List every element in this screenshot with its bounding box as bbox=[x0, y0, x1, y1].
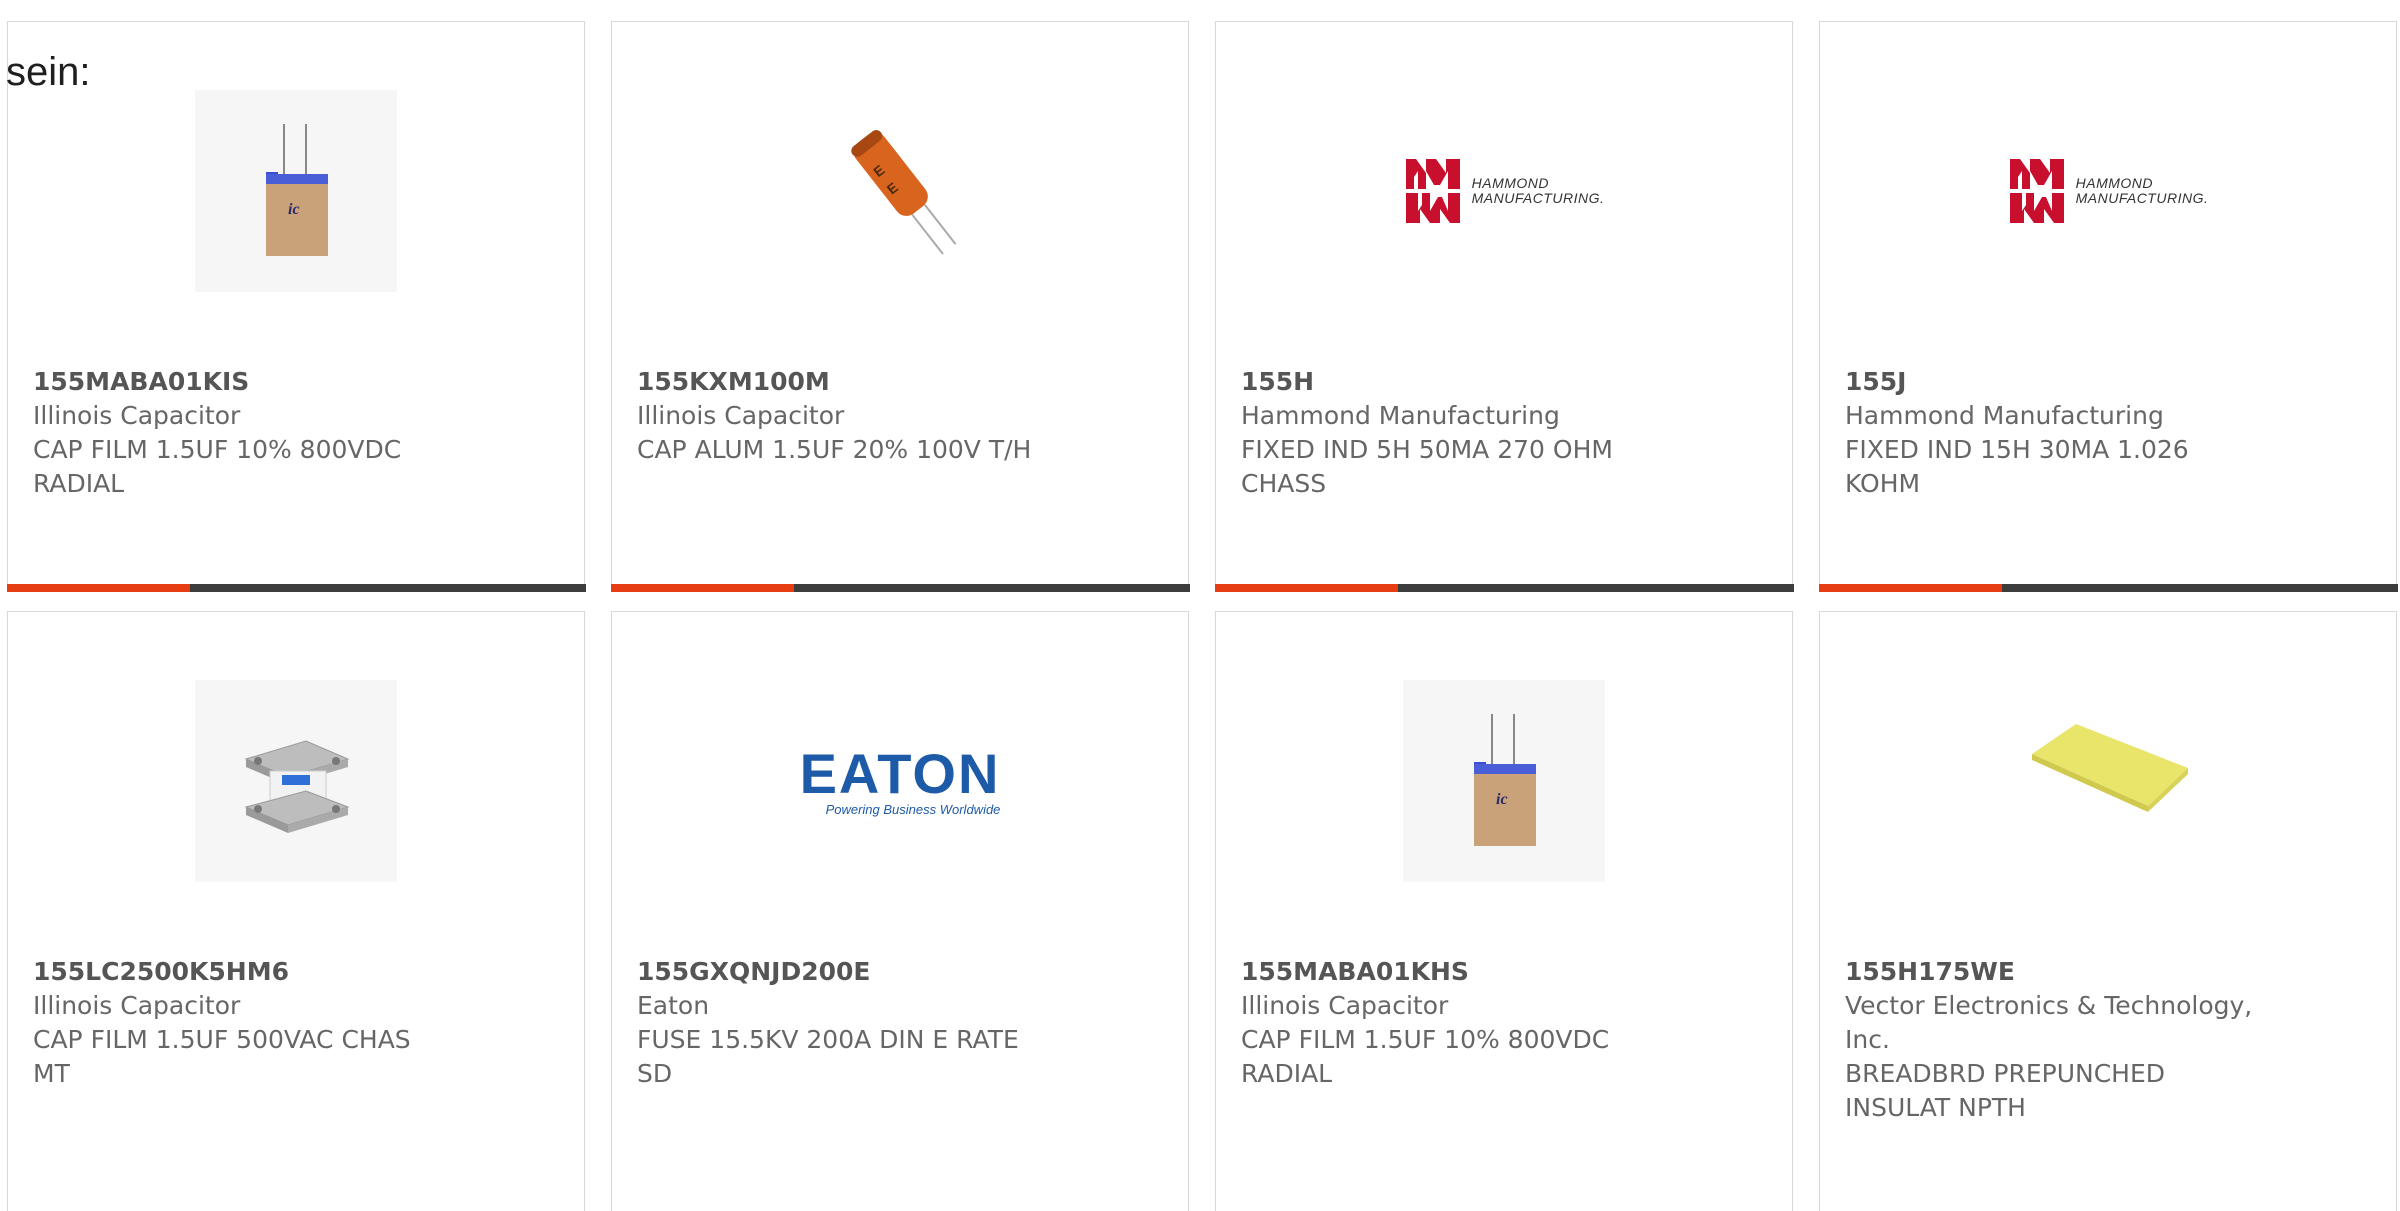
description-line: KOHM bbox=[1845, 469, 1921, 498]
description-line: INSULAT NPTH bbox=[1845, 1093, 2026, 1122]
product-info: 155H Hammond Manufacturing FIXED IND 5H … bbox=[1241, 365, 1681, 501]
product-image[interactable]: HAMMOND MANUFACTURING. bbox=[2007, 90, 2209, 292]
product-image[interactable]: E E bbox=[799, 90, 1001, 292]
description-line: FUSE 15.5KV 200A DIN E RATE bbox=[637, 1025, 1019, 1054]
product-image[interactable] bbox=[2007, 680, 2209, 882]
description-line: BREADBRD PREPUNCHED bbox=[1845, 1059, 2166, 1088]
manufacturer-label: Vector Electronics & Technology, bbox=[1845, 991, 2253, 1020]
manufacturer-label: Hammond Manufacturing bbox=[1241, 401, 1560, 430]
card-footer-bar bbox=[1818, 583, 2398, 592]
part-number-link[interactable]: 155J bbox=[1845, 365, 2285, 399]
hammond-mark-icon bbox=[2009, 159, 2064, 223]
film-capacitor-icon: ic bbox=[1474, 714, 1536, 846]
product-card[interactable]: ic 155MABA01KIS Illinois Capacitor CAP F… bbox=[6, 21, 586, 592]
card-footer-bar bbox=[6, 583, 586, 592]
description-line: RADIAL bbox=[1241, 1059, 1333, 1088]
electrolytic-capacitor-icon: E E bbox=[851, 130, 957, 255]
description-line: SD bbox=[637, 1059, 673, 1088]
manufacturer-label: Illinois Capacitor bbox=[637, 401, 845, 430]
logo-text: HAMMOND bbox=[1471, 175, 1550, 191]
description-line: FIXED IND 15H 30MA 1.026 bbox=[1845, 435, 2189, 464]
description-line: CAP ALUM 1.5UF 20% 100V T/H bbox=[637, 435, 1032, 464]
product-card[interactable]: EATON Powering Business Worldwide 155GXQ… bbox=[611, 611, 1189, 1211]
product-info: 155LC2500K5HM6 Illinois Capacitor CAP FI… bbox=[33, 955, 473, 1091]
manufacturer-label: Inc. bbox=[1845, 1025, 1890, 1054]
description-line: FIXED IND 5H 50MA 270 OHM bbox=[1241, 435, 1613, 464]
product-image[interactable]: ic bbox=[195, 90, 397, 292]
part-number-link[interactable]: 155H bbox=[1241, 365, 1681, 399]
manufacturer-label: Illinois Capacitor bbox=[33, 991, 241, 1020]
logo-text: HAMMOND bbox=[2075, 175, 2154, 191]
logo-text: EATON bbox=[799, 741, 1001, 805]
svg-text:ic: ic bbox=[288, 201, 300, 218]
product-card[interactable]: 155LC2500K5HM6 Illinois Capacitor CAP FI… bbox=[7, 611, 585, 1211]
manufacturer-label: Illinois Capacitor bbox=[33, 401, 241, 430]
hammond-logo: HAMMOND MANUFACTURING. bbox=[2008, 155, 2209, 227]
product-image[interactable]: EATON Powering Business Worldwide bbox=[799, 680, 1001, 882]
manufacturer-label: Illinois Capacitor bbox=[1241, 991, 1449, 1020]
description-line: CAP FILM 1.5UF 10% 800VDC bbox=[1241, 1025, 1610, 1054]
part-number-link[interactable]: 155MABA01KIS bbox=[33, 365, 473, 399]
overlay-text: sein: bbox=[6, 50, 91, 94]
part-number-link[interactable]: 155MABA01KHS bbox=[1241, 955, 1681, 989]
product-info: 155H175WE Vector Electronics & Technolog… bbox=[1845, 955, 2285, 1125]
logo-text: MANUFACTURING. bbox=[1471, 190, 1605, 206]
product-card[interactable]: HAMMOND MANUFACTURING. 155J Hammond Manu… bbox=[1818, 21, 2398, 592]
product-info: 155KXM100M Illinois Capacitor CAP ALUM 1… bbox=[637, 365, 1077, 467]
film-capacitor-icon: ic bbox=[266, 124, 328, 256]
card-footer-bar bbox=[610, 583, 1190, 592]
product-image[interactable]: ic bbox=[1403, 680, 1605, 882]
product-card[interactable]: ic 155MABA01KHS Illinois Capacitor CAP F… bbox=[1215, 611, 1793, 1211]
logo-tagline: Powering Business Worldwide bbox=[825, 801, 1001, 817]
product-card[interactable]: 155H175WE Vector Electronics & Technolog… bbox=[1819, 611, 2397, 1211]
hammond-mark-icon bbox=[1405, 159, 1460, 223]
manufacturer-label: Eaton bbox=[637, 991, 710, 1020]
description-line: MT bbox=[33, 1059, 70, 1088]
logo-text: MANUFACTURING. bbox=[2075, 190, 2209, 206]
card-footer-bar bbox=[1214, 583, 1794, 592]
description-line: RADIAL bbox=[33, 469, 125, 498]
product-info: 155J Hammond Manufacturing FIXED IND 15H… bbox=[1845, 365, 2285, 501]
description-line: CAP FILM 1.5UF 500VAC CHAS bbox=[33, 1025, 411, 1054]
accent-segment bbox=[6, 583, 190, 592]
product-info: 155GXQNJD200E Eaton FUSE 15.5KV 200A DIN… bbox=[637, 955, 1077, 1091]
accent-segment bbox=[610, 583, 794, 592]
chassis-capacitor-icon bbox=[244, 740, 350, 833]
breadboard-icon bbox=[2032, 724, 2188, 812]
accent-segment bbox=[1818, 583, 2002, 592]
description-line: CHASS bbox=[1241, 469, 1327, 498]
part-number-link[interactable]: 155LC2500K5HM6 bbox=[33, 955, 473, 989]
product-grid: ic 155MABA01KIS Illinois Capacitor CAP F… bbox=[0, 0, 2400, 1211]
product-card[interactable]: HAMMOND MANUFACTURING. 155H Hammond Manu… bbox=[1214, 21, 1794, 592]
accent-segment bbox=[1214, 583, 1398, 592]
product-info: 155MABA01KHS Illinois Capacitor CAP FILM… bbox=[1241, 955, 1681, 1091]
part-number-link[interactable]: 155H175WE bbox=[1845, 955, 2285, 989]
manufacturer-label: Hammond Manufacturing bbox=[1845, 401, 2164, 430]
product-image[interactable]: HAMMOND MANUFACTURING. bbox=[1403, 90, 1605, 292]
part-number-link[interactable]: 155KXM100M bbox=[637, 365, 1077, 399]
svg-text:ic: ic bbox=[1496, 791, 1508, 808]
part-number-link[interactable]: 155GXQNJD200E bbox=[637, 955, 1077, 989]
product-image[interactable] bbox=[195, 680, 397, 882]
product-card[interactable]: E E 155KXM100M Illinois Capacitor CAP AL… bbox=[610, 21, 1190, 592]
description-line: CAP FILM 1.5UF 10% 800VDC bbox=[33, 435, 402, 464]
hammond-logo: HAMMOND MANUFACTURING. bbox=[1404, 155, 1605, 227]
product-info: 155MABA01KIS Illinois Capacitor CAP FILM… bbox=[33, 365, 473, 501]
eaton-logo: EATON Powering Business Worldwide bbox=[799, 741, 1001, 817]
